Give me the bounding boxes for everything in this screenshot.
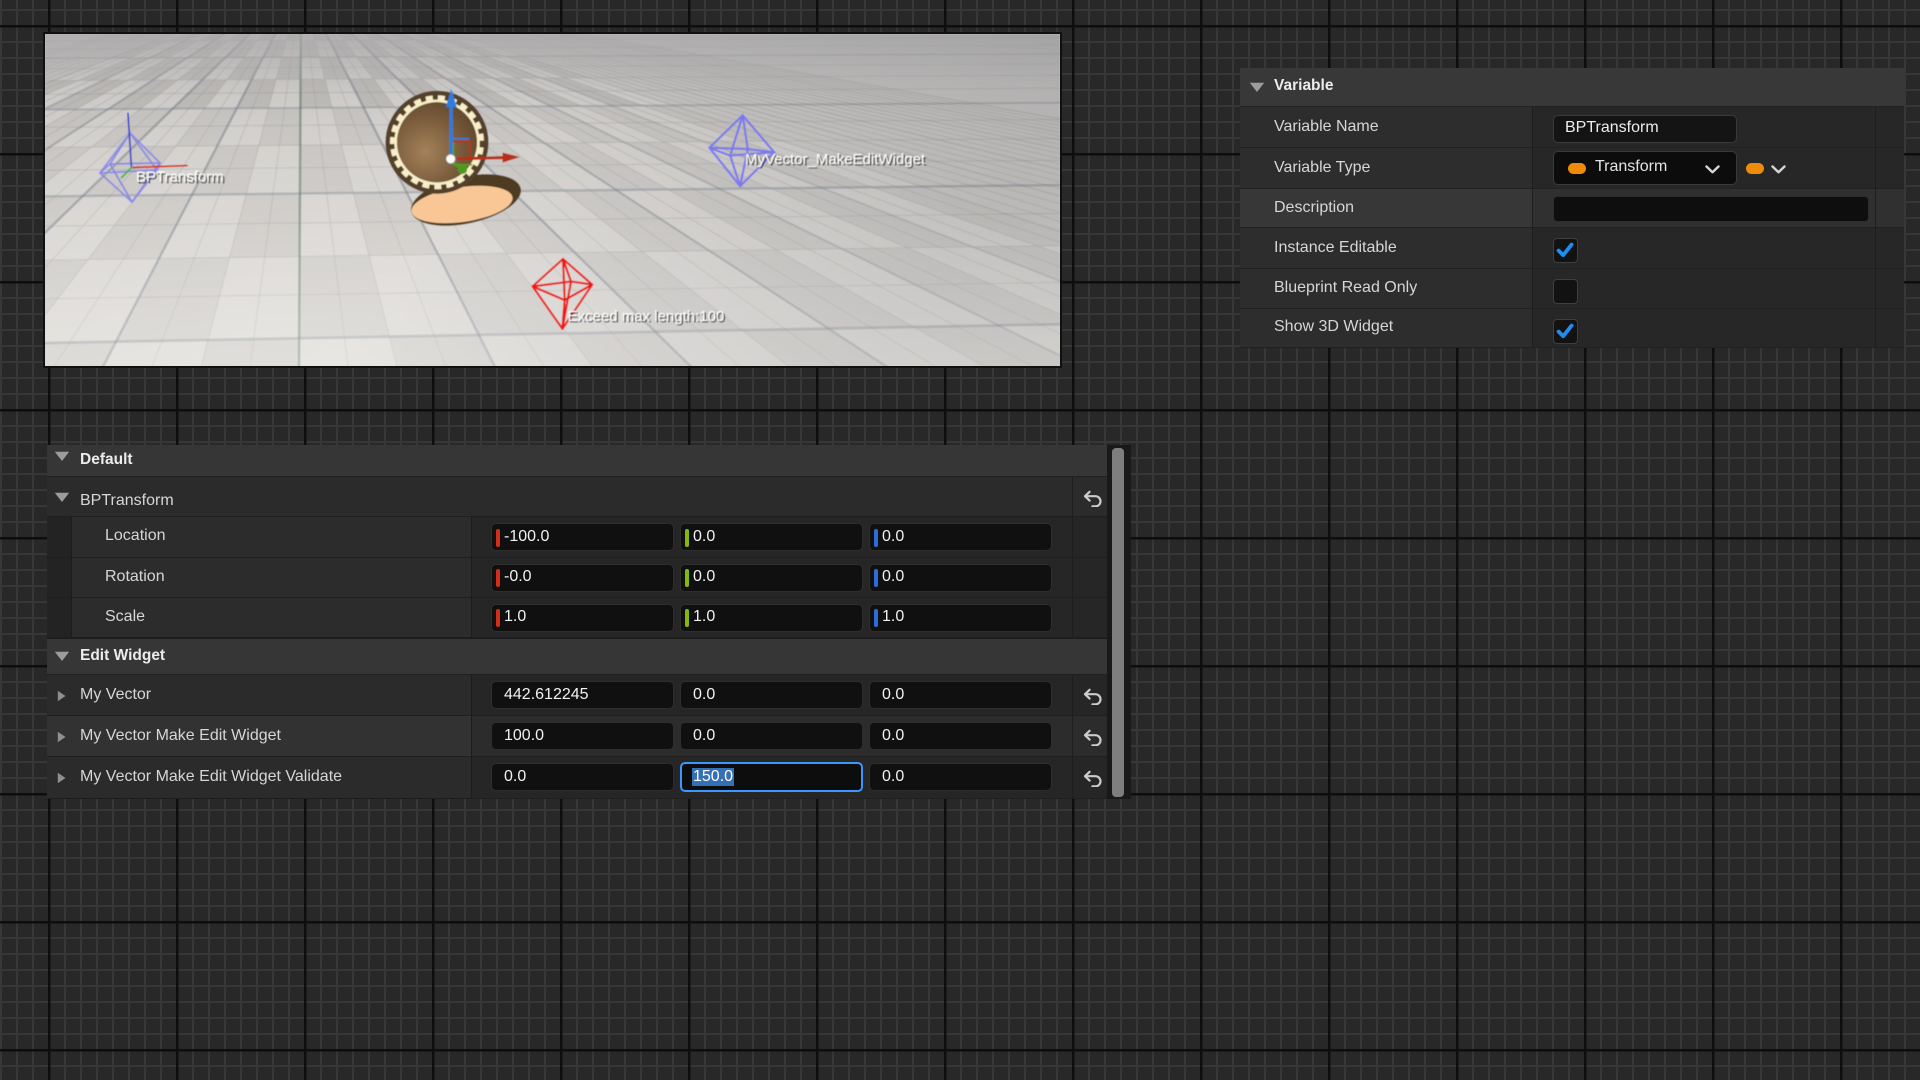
svg-text:Exceed max length:100: Exceed max length:100: [568, 308, 725, 325]
svg-text:MyVector_MakeEditWidget: MyVector_MakeEditWidget: [745, 151, 926, 168]
svg-text:BPTransform: BPTransform: [136, 169, 224, 186]
